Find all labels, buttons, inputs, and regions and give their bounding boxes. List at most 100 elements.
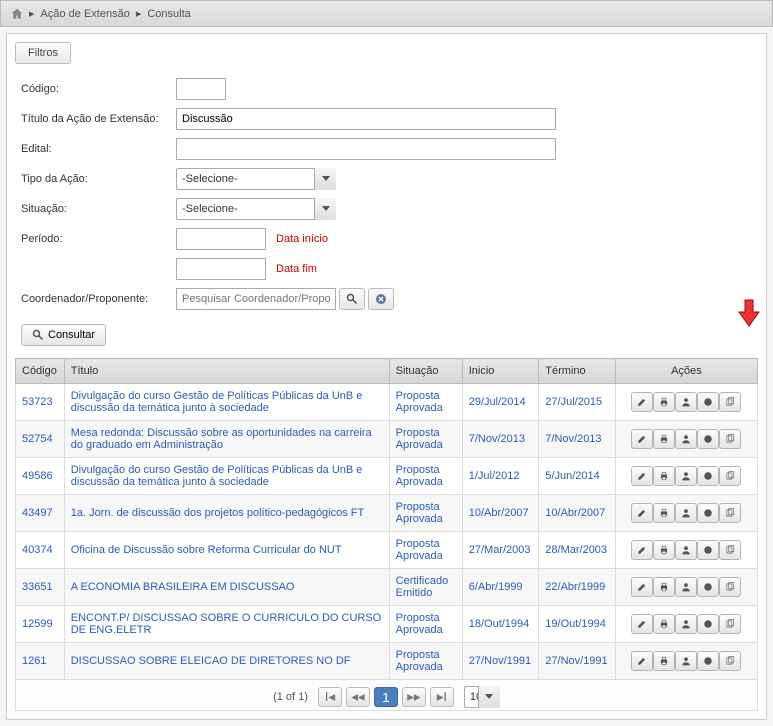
view-button[interactable] [697, 614, 719, 634]
print-button[interactable] [653, 540, 675, 560]
printer-icon [659, 617, 669, 632]
page-last-button[interactable]: ▸I [430, 687, 454, 707]
view-button[interactable] [697, 429, 719, 449]
copy-button[interactable] [719, 651, 741, 671]
tipo-select[interactable]: -Selecione- [176, 168, 336, 190]
copy-button[interactable] [719, 577, 741, 597]
circle-icon [703, 654, 713, 669]
copy-icon [725, 432, 735, 447]
circle-icon [703, 469, 713, 484]
periodo-de-input[interactable] [176, 228, 266, 250]
th-inicio[interactable]: Inicio [462, 359, 539, 384]
codigo-input[interactable] [176, 78, 226, 100]
breadcrumb-item-2[interactable]: Consulta [147, 8, 190, 20]
cell-codigo: 49586 [16, 458, 65, 495]
chevron-down-icon [478, 686, 500, 708]
view-button[interactable] [697, 503, 719, 523]
person-button[interactable] [675, 577, 697, 597]
page-next-button[interactable]: ▸▸ [402, 687, 426, 707]
person-icon [681, 395, 691, 410]
main-panel: Filtros Código: Título da Ação de Extens… [6, 33, 767, 720]
copy-button[interactable] [719, 392, 741, 412]
cell-inicio: 10/Abr/2007 [462, 495, 539, 532]
person-button[interactable] [675, 392, 697, 412]
copy-button[interactable] [719, 614, 741, 634]
print-button[interactable] [653, 503, 675, 523]
person-button[interactable] [675, 503, 697, 523]
titulo-input[interactable] [176, 108, 556, 130]
edit-button[interactable] [631, 466, 653, 486]
page-current[interactable]: 1 [374, 687, 398, 707]
person-button[interactable] [675, 614, 697, 634]
edit-button[interactable] [631, 503, 653, 523]
copy-button[interactable] [719, 466, 741, 486]
cell-situacao: Proposta Aprovada [389, 384, 462, 421]
copy-button[interactable] [719, 429, 741, 449]
copy-button[interactable] [719, 540, 741, 560]
cell-acoes [615, 606, 757, 643]
cell-codigo: 43497 [16, 495, 65, 532]
print-button[interactable] [653, 392, 675, 412]
edit-button[interactable] [631, 429, 653, 449]
person-button[interactable] [675, 540, 697, 560]
cell-inicio: 18/Out/1994 [462, 606, 539, 643]
print-button[interactable] [653, 466, 675, 486]
coord-input[interactable] [176, 288, 336, 310]
coord-clear-button[interactable] [368, 288, 394, 310]
home-icon [11, 8, 23, 20]
edit-button[interactable] [631, 392, 653, 412]
pencil-icon [637, 395, 647, 410]
copy-icon [725, 543, 735, 558]
print-button[interactable] [653, 614, 675, 634]
cell-acoes [615, 421, 757, 458]
filtros-toggle[interactable]: Filtros [15, 42, 71, 64]
cell-titulo: Divulgação do curso Gestão de Políticas … [64, 384, 389, 421]
page-prev-button[interactable]: ◂◂ [346, 687, 370, 707]
table-row: 40374Oficina de Discussão sobre Reforma … [16, 532, 758, 569]
table-row: 49586Divulgação do curso Gestão de Polít… [16, 458, 758, 495]
coord-search-button[interactable] [339, 288, 365, 310]
cell-codigo: 12599 [16, 606, 65, 643]
page-first-button[interactable]: I◂ [318, 687, 342, 707]
edit-button[interactable] [631, 540, 653, 560]
circle-icon [703, 617, 713, 632]
page-size-select[interactable]: 10 [464, 686, 500, 708]
view-button[interactable] [697, 392, 719, 412]
edit-button[interactable] [631, 577, 653, 597]
person-icon [681, 543, 691, 558]
cell-termino: 10/Abr/2007 [539, 495, 616, 532]
print-button[interactable] [653, 577, 675, 597]
print-button[interactable] [653, 429, 675, 449]
breadcrumb-item-1[interactable]: Ação de Extensão [41, 8, 130, 20]
situacao-select[interactable]: -Selecione- [176, 198, 336, 220]
view-button[interactable] [697, 577, 719, 597]
person-button[interactable] [675, 466, 697, 486]
view-button[interactable] [697, 466, 719, 486]
print-button[interactable] [653, 651, 675, 671]
cell-acoes [615, 458, 757, 495]
copy-icon [725, 654, 735, 669]
search-icon [346, 293, 358, 305]
chevron-down-icon [314, 168, 336, 190]
results-table: Código Título Situação Inicio Término Aç… [15, 358, 758, 680]
close-icon [375, 293, 387, 305]
cell-titulo: Divulgação do curso Gestão de Políticas … [64, 458, 389, 495]
person-button[interactable] [675, 651, 697, 671]
edital-input[interactable] [176, 138, 556, 160]
th-situacao[interactable]: Situação [389, 359, 462, 384]
view-button[interactable] [697, 540, 719, 560]
th-titulo[interactable]: Título [64, 359, 389, 384]
coord-label: Coordenador/Proponente: [21, 293, 176, 305]
edit-button[interactable] [631, 651, 653, 671]
edit-button[interactable] [631, 614, 653, 634]
consultar-button[interactable]: Consultar [21, 324, 106, 346]
periodo-ate-input[interactable] [176, 258, 266, 280]
view-button[interactable] [697, 651, 719, 671]
table-row: 12599ENCONT.P/ DISCUSSAO SOBRE O CURRICU… [16, 606, 758, 643]
th-termino[interactable]: Término [539, 359, 616, 384]
copy-icon [725, 469, 735, 484]
th-codigo[interactable]: Código [16, 359, 65, 384]
person-button[interactable] [675, 429, 697, 449]
person-icon [681, 469, 691, 484]
copy-button[interactable] [719, 503, 741, 523]
